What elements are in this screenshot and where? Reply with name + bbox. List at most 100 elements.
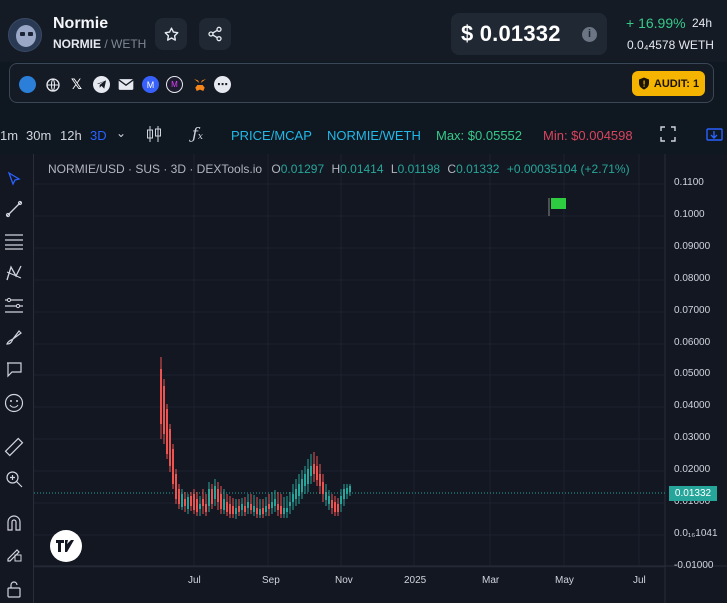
forecast-icon[interactable]: [3, 294, 25, 316]
price-axis-label: 0.08000: [674, 273, 711, 284]
metamask-icon[interactable]: [191, 76, 208, 93]
audit-label: AUDIT: 1: [653, 77, 700, 90]
mail-icon[interactable]: [117, 76, 134, 93]
cursor-icon[interactable]: [3, 168, 25, 190]
candle-body: [187, 497, 189, 509]
candle-body: [292, 494, 294, 502]
candle-body: [190, 496, 192, 506]
fib-retracement-icon[interactable]: [3, 230, 25, 252]
text-note-icon[interactable]: [3, 358, 25, 380]
candles-icon[interactable]: [146, 125, 162, 146]
token-pair: NORMIE / WETH: [53, 37, 146, 51]
more-icon[interactable]: ⋯: [214, 76, 231, 93]
candle-body: [325, 492, 327, 500]
fullscreen-icon[interactable]: [660, 126, 676, 145]
drawing-toolbar: [0, 154, 34, 603]
interval-3d[interactable]: 3D: [90, 128, 107, 143]
candle-body: [181, 494, 183, 507]
indicators-icon[interactable]: ƒx: [192, 124, 203, 143]
candle-body: [268, 504, 270, 509]
time-axis-label: May: [555, 575, 574, 586]
interval-30m[interactable]: 30m: [26, 128, 51, 143]
favorite-button[interactable]: [155, 18, 187, 50]
trend-line-icon[interactable]: [3, 198, 25, 220]
globe-icon[interactable]: [44, 76, 61, 93]
time-axis-label: Nov: [335, 575, 353, 586]
candle-body: [244, 506, 246, 512]
candle-body: [259, 509, 261, 515]
candle-body: [271, 502, 273, 508]
site-icon[interactable]: [19, 76, 36, 93]
price-change: + 16.99%: [626, 15, 686, 31]
pattern-icon[interactable]: [3, 262, 25, 284]
candle-body: [298, 484, 300, 496]
coinmarketcap-icon[interactable]: M: [142, 76, 159, 93]
ruler-icon[interactable]: [3, 436, 25, 458]
magnet-icon[interactable]: [3, 512, 25, 534]
current-price-tag: 0.01332: [669, 486, 717, 501]
candle-body: [265, 506, 267, 512]
chevron-down-icon[interactable]: ⌄: [116, 126, 126, 140]
legend-h-label: H: [331, 162, 341, 176]
legend-high: 0.01414: [340, 162, 384, 176]
legend-c-label: C: [447, 162, 457, 176]
share-button[interactable]: [199, 18, 231, 50]
lock-icon[interactable]: [3, 578, 25, 600]
candle-body: [208, 489, 210, 506]
candle-body: [301, 479, 303, 492]
pair-toggle[interactable]: NORMIE/WETH: [327, 128, 421, 143]
candle-body: [337, 504, 339, 512]
candle-body: [238, 506, 240, 512]
candlestick-chart[interactable]: [34, 154, 727, 603]
candle-body: [283, 508, 285, 514]
time-axis-label: Jul: [188, 575, 201, 586]
time-axis-label: Mar: [482, 575, 500, 586]
price-axis-label: 0.07000: [674, 305, 711, 316]
legend-low: 0.01198: [397, 162, 441, 176]
price-mcap-toggle[interactable]: PRICE/MCAP: [231, 128, 312, 143]
candle-body: [310, 466, 312, 476]
price-chart[interactable]: [34, 154, 727, 603]
telegram-icon[interactable]: [93, 76, 110, 93]
candle-body: [250, 504, 252, 510]
candle-body: [223, 499, 225, 510]
candle-body: [235, 508, 237, 514]
token-symbol: NORMIE: [53, 37, 101, 51]
candle-body: [172, 449, 174, 484]
candle-body: [277, 504, 279, 510]
interval-12h[interactable]: 12h: [60, 128, 82, 143]
candle-body: [286, 508, 288, 512]
screenshot-icon[interactable]: [706, 126, 724, 145]
interval-1m[interactable]: 1m: [0, 128, 18, 143]
candle-body: [199, 504, 201, 509]
price-axis-label: -0.01000: [674, 560, 714, 571]
token-price: $ 0.01332: [461, 21, 561, 46]
candle-body: [274, 499, 276, 506]
candle-body: [214, 486, 216, 499]
audit-badge[interactable]: AUDIT: 1: [632, 71, 705, 96]
candle-body: [211, 489, 213, 504]
candle-body: [169, 429, 171, 466]
candle-body: [280, 506, 282, 514]
zoom-icon[interactable]: [3, 468, 25, 490]
chart-toolbar: 1m 30m 12h 3D ⌄ ƒx PRICE/MCAP NORMIE/WET…: [0, 118, 727, 152]
candle-body: [166, 409, 168, 454]
candle-body: [256, 508, 258, 514]
time-axis-label: Sep: [262, 575, 280, 586]
shield-icon: [638, 77, 649, 90]
coingecko-icon[interactable]: M: [166, 76, 183, 93]
tradingview-logo[interactable]: [50, 530, 82, 562]
lock-drawings-icon[interactable]: [3, 542, 25, 564]
emoji-icon[interactable]: [3, 392, 25, 414]
brush-icon[interactable]: [3, 326, 25, 348]
candle-body: [163, 386, 165, 434]
price-axis-label: 0.03000: [674, 432, 711, 443]
candle-body: [334, 502, 336, 512]
candle-body: [178, 489, 180, 504]
candle-body: [193, 494, 195, 510]
candle-body: [328, 496, 330, 504]
price-axis-label: 0.1000: [674, 209, 705, 220]
info-icon[interactable]: i: [582, 27, 597, 42]
x-icon[interactable]: 𝕏: [68, 76, 85, 93]
candle-body: [313, 464, 315, 474]
